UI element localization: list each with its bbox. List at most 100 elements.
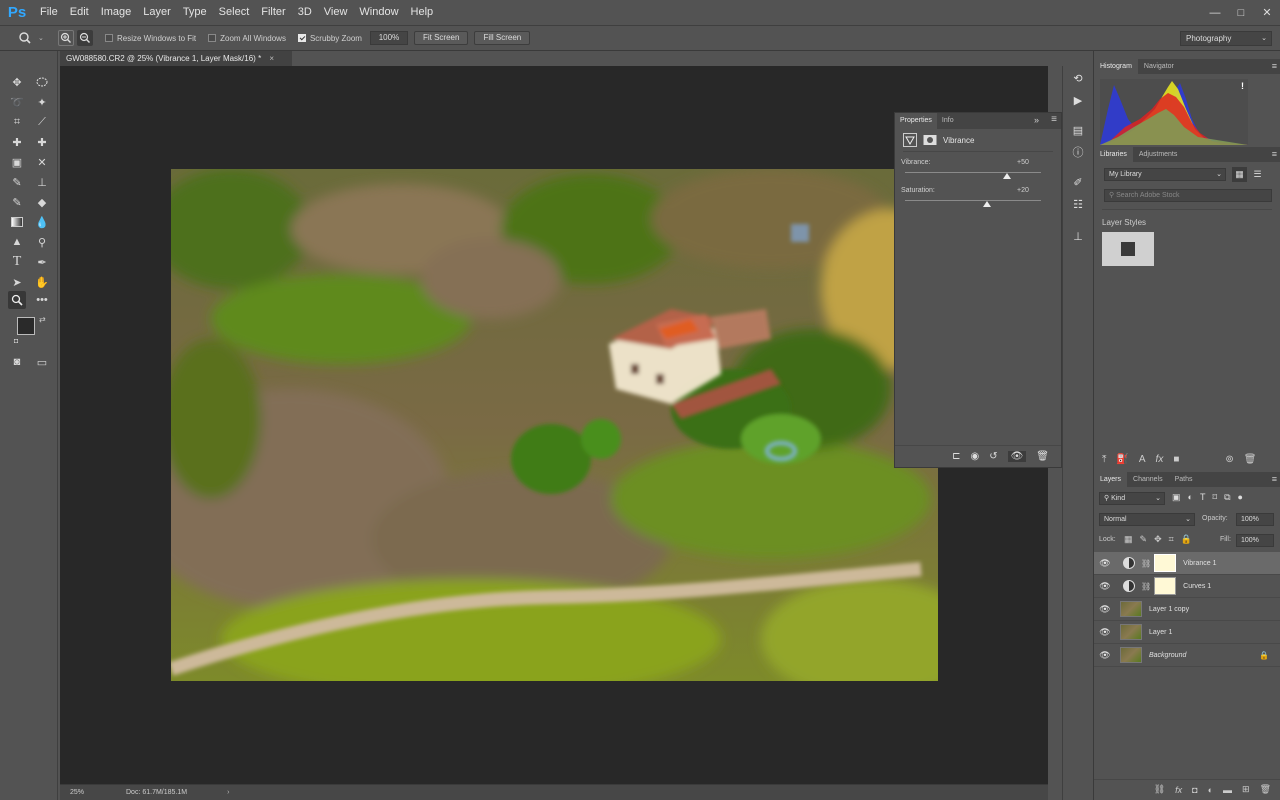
actions-play-icon[interactable]: ▶ — [1070, 92, 1086, 108]
tab-libraries[interactable]: Libraries — [1094, 147, 1133, 162]
quick-mask-icon[interactable]: ◙ — [8, 353, 26, 371]
smart-object-filter-icon[interactable]: ⧉ — [1224, 492, 1230, 503]
zoom-tool-preset-icon[interactable] — [18, 31, 38, 45]
visibility-eye-icon[interactable]: 👁 — [1094, 627, 1116, 638]
opacity-field[interactable]: 100% — [1236, 513, 1274, 526]
fill-field[interactable]: 100% — [1236, 534, 1274, 547]
close-button[interactable]: ✕ — [1254, 0, 1280, 25]
swap-colors-icon[interactable]: ⇄ — [39, 315, 46, 324]
layer-mask-thumbnail[interactable] — [1154, 554, 1177, 572]
menu-image[interactable]: Image — [95, 0, 138, 25]
clone-stamp-tool-icon[interactable]: ⊥ — [33, 173, 51, 191]
menu-help[interactable]: Help — [405, 0, 440, 25]
trash-icon[interactable]: 🗑 — [1244, 454, 1257, 465]
creative-cloud-icon[interactable]: ⊚ — [1225, 454, 1233, 465]
menu-window[interactable]: Window — [353, 0, 404, 25]
saturation-slider-track[interactable] — [905, 200, 1041, 201]
more-tools-icon[interactable]: ••• — [33, 291, 51, 309]
panel-menu-icon[interactable]: ≡ — [1051, 114, 1057, 125]
dodge-tool-icon[interactable]: ▲ — [8, 233, 26, 251]
pixel-filter-icon[interactable]: ▣ — [1172, 492, 1181, 503]
menu-layer[interactable]: Layer — [137, 0, 177, 25]
menu-file[interactable]: File — [34, 0, 64, 25]
document-image[interactable] — [171, 169, 938, 681]
layer-filter-select[interactable]: ⚲ Kind ⌄ — [1099, 492, 1165, 505]
saturation-value[interactable]: +20 — [1017, 187, 1029, 194]
view-previous-icon[interactable]: ◉ — [970, 451, 979, 462]
visibility-eye-icon[interactable]: 👁 — [1094, 581, 1116, 592]
grid-view-icon[interactable]: ▦ — [1232, 167, 1247, 182]
lock-all-icon[interactable]: 🔒 — [1181, 534, 1192, 545]
tab-layers[interactable]: Layers — [1094, 472, 1128, 487]
add-layer-style-icon[interactable]: fx — [1156, 454, 1164, 465]
new-layer-icon[interactable]: ⊞ — [1242, 784, 1250, 795]
type-tool-icon[interactable]: T — [8, 253, 26, 271]
menu-filter[interactable]: Filter — [255, 0, 291, 25]
type-filter-icon[interactable]: T — [1200, 492, 1206, 503]
menu-select[interactable]: Select — [213, 0, 256, 25]
tab-properties[interactable]: Properties — [895, 113, 937, 129]
reset-icon[interactable]: ↺ — [989, 451, 997, 462]
marquee-tool-icon[interactable] — [33, 73, 51, 91]
foreground-color-swatch[interactable] — [17, 317, 35, 335]
info-icon[interactable]: ⓘ — [1070, 144, 1086, 160]
visibility-eye-icon[interactable]: 👁 — [1094, 558, 1116, 569]
maximize-button[interactable]: □ — [1228, 0, 1254, 25]
tab-adjustments[interactable]: Adjustments — [1133, 147, 1184, 162]
scrubby-zoom-checkbox[interactable]: Scrubby Zoom — [297, 34, 362, 43]
frame-tool-icon[interactable]: ▣ — [8, 153, 26, 171]
layer-row[interactable]: 👁 Layer 1 copy — [1094, 598, 1280, 621]
new-group-icon[interactable]: ▬ — [1223, 785, 1232, 795]
gradient-tool-icon[interactable] — [8, 213, 26, 231]
vibrance-slider-thumb[interactable] — [1003, 173, 1011, 179]
tab-paths[interactable]: Paths — [1169, 472, 1199, 487]
patch-tool-icon[interactable]: ✚ — [33, 133, 51, 151]
lock-position-icon[interactable]: ✥ — [1154, 534, 1162, 545]
add-layer-style-icon[interactable]: fx — [1175, 785, 1182, 795]
mask-icon[interactable] — [923, 133, 937, 147]
properties-icon[interactable]: ▤ — [1070, 122, 1086, 138]
panel-menu-icon[interactable]: ≡ — [1272, 59, 1277, 74]
zoom-percent-field[interactable]: 100% — [369, 31, 408, 45]
history-icon[interactable]: ⟲ — [1070, 70, 1086, 86]
link-icon[interactable]: ⛓ — [1141, 582, 1151, 591]
menu-type[interactable]: Type — [177, 0, 213, 25]
brush-tool-icon[interactable]: ✎ — [8, 173, 26, 191]
content-aware-move-tool-icon[interactable]: ✕ — [33, 153, 51, 171]
visibility-eye-icon[interactable]: 👁 — [1094, 650, 1116, 661]
close-tab-icon[interactable]: × — [269, 54, 274, 63]
layer-style-thumbnail[interactable] — [1102, 232, 1154, 266]
upload-icon[interactable]: ⤒ — [1102, 454, 1106, 465]
panel-menu-icon[interactable]: ≡ — [1272, 472, 1277, 487]
filter-toggle-icon[interactable]: ● — [1238, 492, 1243, 503]
chevron-down-icon[interactable]: ⌄ — [38, 34, 46, 42]
fit-screen-button[interactable]: Fit Screen — [413, 31, 469, 45]
screen-mode-icon[interactable]: ▭ — [33, 353, 51, 371]
visibility-icon[interactable]: 👁 — [1007, 451, 1027, 462]
clone-source-icon[interactable]: ⊥ — [1070, 228, 1086, 244]
chevron-right-icon[interactable]: › — [227, 789, 229, 796]
fill-screen-button[interactable]: Fill Screen — [474, 31, 531, 45]
layer-mask-thumbnail[interactable] — [1154, 577, 1177, 595]
pen-tool-icon[interactable]: ✒ — [33, 253, 51, 271]
zoom-level[interactable]: 25% — [70, 789, 126, 796]
stock-search-input[interactable]: ⚲ Search Adobe Stock — [1104, 189, 1272, 202]
add-color-icon[interactable]: ■ — [1173, 454, 1179, 465]
move-tool-icon[interactable]: ✥ — [8, 73, 26, 91]
add-graphic-icon[interactable]: ⛽ — [1116, 454, 1128, 465]
menu-3d[interactable]: 3D — [292, 0, 318, 25]
adjustment-filter-icon[interactable]: ◐ — [1188, 492, 1193, 503]
lock-transparent-icon[interactable]: ▦ — [1124, 534, 1133, 545]
zoom-in-icon[interactable] — [58, 30, 74, 46]
vibrance-value[interactable]: +50 — [1017, 159, 1029, 166]
eyedropper-tool-icon[interactable]: ⟋ — [33, 113, 51, 131]
layer-row[interactable]: 👁 ⛓ Curves 1 — [1094, 575, 1280, 598]
clip-to-layer-icon[interactable]: ⊏ — [952, 451, 960, 462]
saturation-slider-thumb[interactable] — [982, 201, 991, 207]
add-mask-icon[interactable]: ◘ — [1192, 785, 1197, 795]
menu-view[interactable]: View — [318, 0, 354, 25]
zoom-tool-icon[interactable] — [8, 291, 26, 309]
list-view-icon[interactable]: ☰ — [1250, 167, 1265, 182]
workspace-select[interactable]: Photography ⌄ — [1180, 31, 1272, 46]
shape-filter-icon[interactable]: ⌑ — [1212, 492, 1217, 503]
